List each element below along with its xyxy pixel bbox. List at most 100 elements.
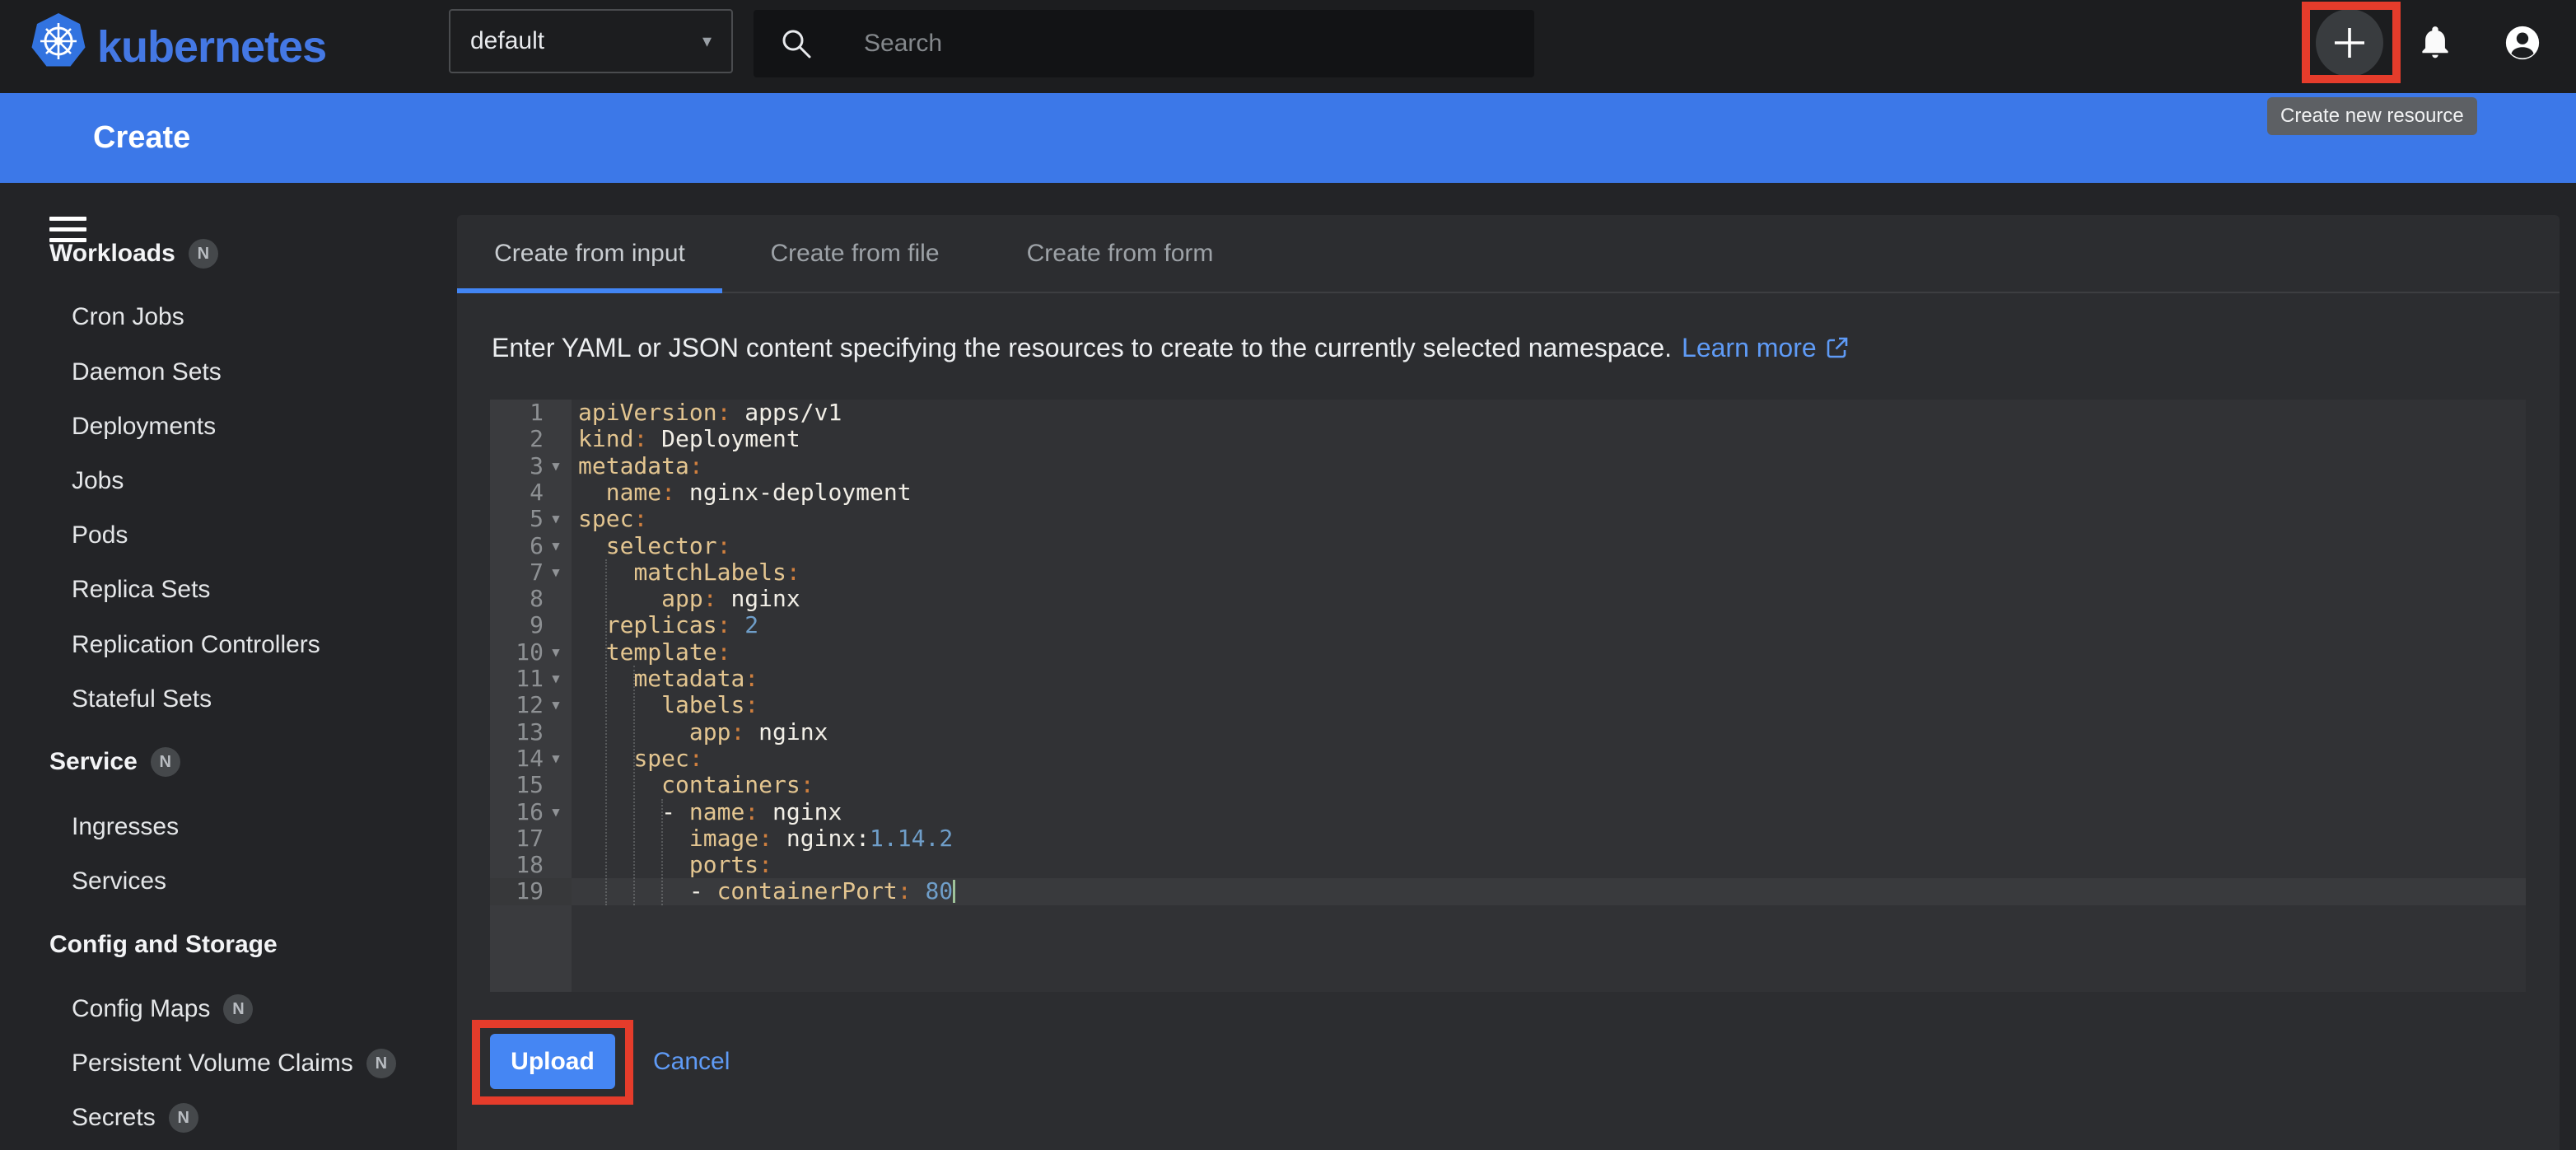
code-line-4: 4 name: nginx-deployment: [490, 479, 2526, 507]
line-text: metadata:: [578, 453, 703, 479]
brand-title[interactable]: kubernetes: [97, 0, 326, 93]
topbar: kubernetes default ▾: [0, 0, 2576, 93]
fold-toggle-icon[interactable]: ▾: [543, 798, 569, 825]
tab-create-from-file[interactable]: Create from file: [722, 215, 987, 292]
tab-create-from-input[interactable]: Create from input: [457, 215, 722, 292]
sidebar-item-config-maps[interactable]: Config Maps N: [72, 991, 253, 1027]
cancel-button[interactable]: Cancel: [653, 1034, 730, 1089]
code-line-3: 3▾ metadata:: [490, 453, 2526, 480]
sidebar-item-replication-controllers[interactable]: Replication Controllers: [72, 627, 320, 663]
namespaced-badge: N: [189, 239, 218, 269]
line-text: selector:: [578, 533, 730, 559]
sidebar-item-jobs[interactable]: Jobs: [72, 463, 124, 499]
sidebar-item-pods[interactable]: Pods: [72, 517, 128, 554]
namespaced-badge: N: [169, 1103, 198, 1133]
create-new-resource-button[interactable]: [2316, 9, 2383, 77]
upload-button[interactable]: Upload: [490, 1034, 615, 1089]
namespaced-badge: N: [366, 1049, 396, 1078]
sidebar-item-config-and-storage[interactable]: Config and Storage: [49, 927, 278, 963]
tab-create-from-form[interactable]: Create from form: [987, 215, 1253, 292]
fold-toggle-icon[interactable]: ▾: [543, 505, 569, 531]
code-line-9: 9 replicas: 2: [490, 612, 2526, 639]
search-box[interactable]: [754, 10, 1534, 77]
bell-icon: [2417, 25, 2453, 61]
sidebar-item-label: Ingresses: [72, 813, 179, 841]
sidebar-item-label: Services: [72, 867, 166, 895]
sidebar-item-label: Workloads: [49, 240, 175, 268]
page-title: Create: [93, 93, 190, 183]
search-icon: [778, 26, 814, 62]
line-number: 19: [490, 878, 544, 905]
code-line-15: 15 containers:: [490, 772, 2526, 799]
line-text: name: nginx-deployment: [578, 479, 912, 506]
line-text: app: nginx: [578, 586, 800, 612]
yaml-editor[interactable]: 1apiVersion: apps/v12kind: Deployment3▾m…: [490, 400, 2526, 992]
code-line-16: 16▾ - name: nginx: [490, 799, 2526, 826]
sidebar-item-services[interactable]: Services: [72, 863, 166, 900]
fold-toggle-icon[interactable]: ▾: [543, 532, 569, 559]
sidebar-item-label: Persistent Volume Claims: [72, 1049, 353, 1078]
code-line-13: 13 app: nginx: [490, 719, 2526, 746]
line-text: kind: Deployment: [578, 426, 800, 452]
sidebar-item-label: Pods: [72, 521, 128, 549]
line-text: - name: nginx: [578, 799, 842, 825]
line-number: 1: [490, 400, 544, 426]
sidebar-item-label: Cron Jobs: [72, 303, 184, 331]
line-text: ports:: [578, 852, 772, 878]
learn-more-link[interactable]: Learn more: [1682, 333, 1817, 363]
code-line-11: 11▾ metadata:: [490, 666, 2526, 693]
code-line-19: 19 - containerPort: 80: [490, 878, 2526, 905]
line-text: spec:: [578, 746, 703, 772]
search-input[interactable]: [864, 30, 1510, 58]
namespace-selector[interactable]: default ▾: [449, 9, 733, 73]
sidebar-item-replica-sets[interactable]: Replica Sets: [72, 572, 210, 608]
line-number: 17: [490, 825, 544, 852]
line-text: metadata:: [578, 666, 758, 692]
code-line-17: 17 image: nginx:1.14.2: [490, 825, 2526, 853]
sidebar-item-daemon-sets[interactable]: Daemon Sets: [72, 354, 222, 390]
code-line-2: 2 kind: Deployment: [490, 426, 2526, 453]
fold-toggle-icon[interactable]: ▾: [543, 452, 569, 479]
namespaced-badge: N: [223, 994, 253, 1024]
fold-toggle-icon[interactable]: ▾: [543, 665, 569, 691]
code-line-7: 7▾ matchLabels:: [490, 559, 2526, 587]
sidebar-item-workloads[interactable]: Workloads N: [49, 236, 218, 272]
kubernetes-logo-icon: [30, 11, 87, 73]
chevron-down-icon: ▾: [702, 30, 712, 52]
sidebar-item-secrets[interactable]: Secrets N: [72, 1100, 198, 1136]
create-new-resource-tooltip: Create new resource: [2267, 97, 2477, 135]
description-text: Enter YAML or JSON content specifying th…: [492, 333, 1672, 363]
line-number: 9: [490, 612, 544, 638]
fold-toggle-icon[interactable]: ▾: [543, 559, 569, 585]
sidebar-item-service[interactable]: ServiceN: [49, 744, 180, 780]
code-line-18: 18 ports:: [490, 852, 2526, 879]
sidebar-item-ingresses[interactable]: Ingresses: [72, 809, 179, 845]
line-number: 11: [490, 666, 544, 692]
fold-toggle-icon[interactable]: ▾: [543, 745, 569, 771]
tab-bar: Create from inputCreate from fileCreate …: [457, 215, 2560, 293]
sidebar-item-label: Daemon Sets: [72, 358, 222, 386]
fold-toggle-icon[interactable]: ▾: [543, 691, 569, 718]
sidebar-item-label: Secrets: [72, 1104, 156, 1132]
code-line-12: 12▾ labels:: [490, 692, 2526, 719]
sidebar-item-cron-jobs[interactable]: Cron Jobs: [72, 299, 184, 335]
line-number: 3: [490, 453, 544, 479]
sidebar-item-persistent-volume-claims[interactable]: Persistent Volume Claims N: [72, 1045, 396, 1082]
sidebar-item-label: Config Maps: [72, 995, 210, 1023]
plus-icon: [2331, 24, 2368, 62]
code-line-5: 5▾spec:: [490, 506, 2526, 533]
active-tab-underline: [457, 288, 722, 293]
namespaced-badge: N: [151, 747, 180, 777]
line-text: matchLabels:: [578, 559, 800, 586]
line-number: 16: [490, 799, 544, 825]
code-line-1: 1apiVersion: apps/v1: [490, 400, 2526, 427]
line-number: 5: [490, 506, 544, 532]
line-number: 4: [490, 479, 544, 506]
sidebar-item-stateful-sets[interactable]: Stateful Sets: [72, 681, 212, 718]
fold-toggle-icon[interactable]: ▾: [543, 638, 569, 665]
line-number: 2: [490, 426, 544, 452]
sidebar-item-deployments[interactable]: Deployments: [72, 409, 216, 445]
notifications-button[interactable]: [2417, 25, 2453, 61]
account-button[interactable]: [2504, 24, 2541, 62]
sidebar: Workloads N Cron Jobs Daemon Sets Deployment…: [0, 183, 457, 1150]
